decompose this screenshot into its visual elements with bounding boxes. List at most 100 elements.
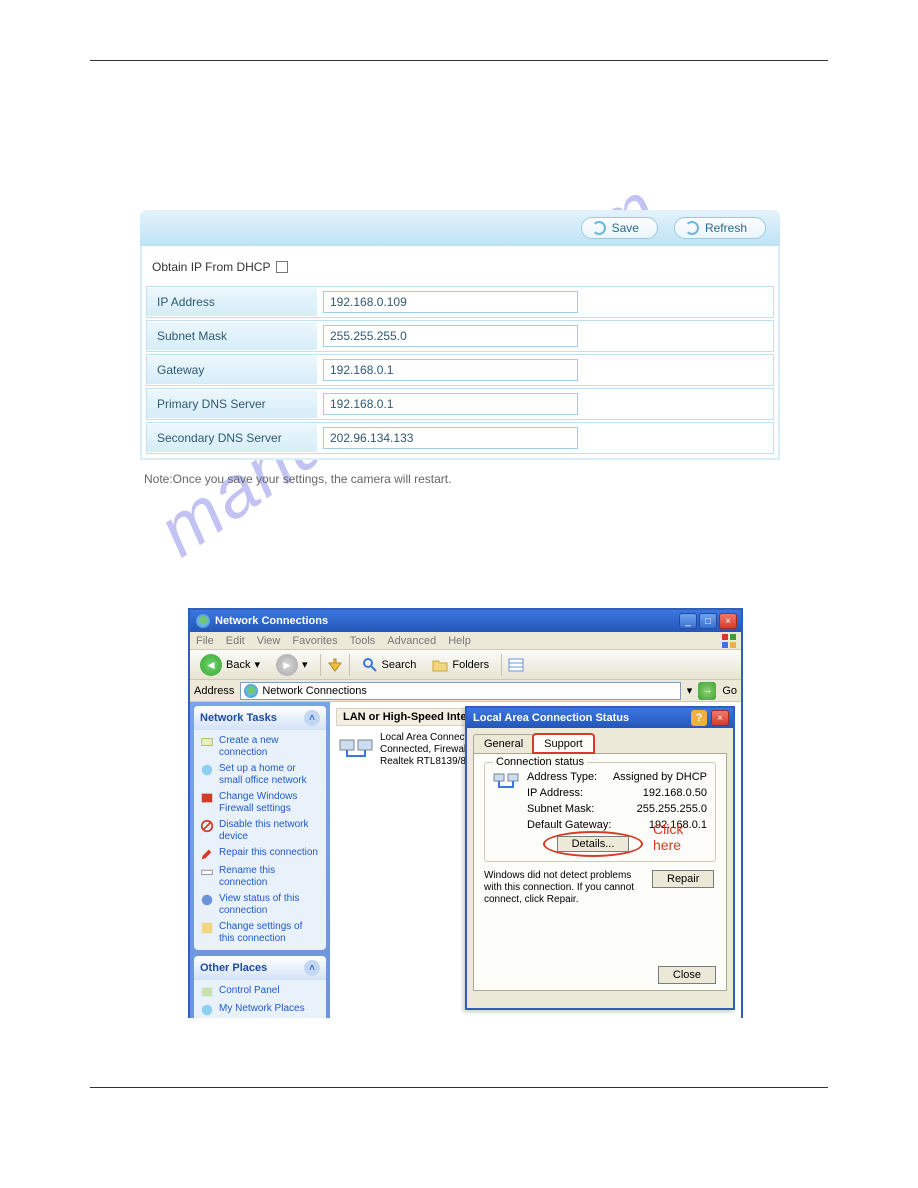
firewall-icon xyxy=(200,791,214,805)
menu-tools[interactable]: Tools xyxy=(350,635,376,647)
task-label: My Network Places xyxy=(219,1003,305,1015)
subnet-input[interactable] xyxy=(323,325,578,347)
menu-advanced[interactable]: Advanced xyxy=(387,635,436,647)
task-create-connection[interactable]: Create a new connection xyxy=(194,733,326,761)
save-button[interactable]: Save xyxy=(581,217,658,239)
sdns-label: Secondary DNS Server xyxy=(147,424,317,452)
page-rule-top xyxy=(90,60,828,61)
other-control-panel[interactable]: Control Panel xyxy=(194,983,326,1001)
task-label: Create a new connection xyxy=(219,735,320,759)
gateway-input[interactable] xyxy=(323,359,578,381)
rename-icon xyxy=(200,865,214,879)
toolbar-separator xyxy=(501,654,502,676)
up-icon[interactable] xyxy=(327,657,343,673)
menu-edit[interactable]: Edit xyxy=(226,635,245,647)
window-titlebar: Network Connections _ □ × xyxy=(190,610,741,632)
other-places-group: Other Places ˄ Control Panel My Network … xyxy=(194,956,326,1018)
sdns-input[interactable] xyxy=(323,427,578,449)
address-input[interactable]: Network Connections xyxy=(240,682,680,700)
other-places-label: Other Places xyxy=(200,962,267,974)
task-label: Rename this connection xyxy=(219,865,320,889)
chevron-down-icon[interactable]: ▾ xyxy=(687,684,693,697)
task-label: Disable this network device xyxy=(219,819,320,843)
network-tasks-label: Network Tasks xyxy=(200,712,277,724)
menu-help[interactable]: Help xyxy=(448,635,471,647)
task-repair[interactable]: Repair this connection xyxy=(194,845,326,863)
window-title: Network Connections xyxy=(215,615,328,627)
dialog-tabs: General Support xyxy=(473,734,727,753)
help-button[interactable]: ? xyxy=(691,710,707,726)
dialog-close-button[interactable]: × xyxy=(711,710,729,726)
task-label: Control Panel xyxy=(219,985,280,997)
forward-icon: ► xyxy=(276,654,298,676)
task-rename[interactable]: Rename this connection xyxy=(194,863,326,891)
connection-icon xyxy=(493,769,519,795)
repair-icon xyxy=(200,847,214,861)
windows-logo-icon xyxy=(721,633,737,649)
collapse-icon: ˄ xyxy=(304,710,320,726)
details-button[interactable]: Details... xyxy=(557,836,630,852)
task-status[interactable]: View status of this connection xyxy=(194,891,326,919)
dhcp-label: Obtain IP From DHCP xyxy=(152,260,270,274)
repair-area: Windows did not detect problems with thi… xyxy=(484,870,716,906)
menu-view[interactable]: View xyxy=(257,635,281,647)
dialog-close-btn[interactable]: Close xyxy=(658,966,716,984)
back-button[interactable]: ◄ Back ▾ xyxy=(194,652,266,678)
ip-value: 192.168.0.50 xyxy=(643,785,707,801)
save-label: Save xyxy=(612,221,639,235)
network-icon xyxy=(244,684,258,698)
task-setup-network[interactable]: Set up a home or small office network xyxy=(194,761,326,789)
addr-type-value: Assigned by DHCP xyxy=(613,769,707,785)
minimize-button[interactable]: _ xyxy=(679,613,697,629)
task-label: View status of this connection xyxy=(219,893,320,917)
dhcp-checkbox[interactable] xyxy=(276,261,288,273)
toolbar: ◄ Back ▾ ► ▾ Search Folders xyxy=(190,650,741,680)
menu-file[interactable]: File xyxy=(196,635,214,647)
lan-connection-icon xyxy=(338,732,374,768)
save-icon xyxy=(592,221,606,235)
back-icon: ◄ xyxy=(200,654,222,676)
refresh-label: Refresh xyxy=(705,221,747,235)
settings-icon xyxy=(200,921,214,935)
pdns-input[interactable] xyxy=(323,393,578,415)
tab-support[interactable]: Support xyxy=(533,734,594,753)
other-network-places[interactable]: My Network Places xyxy=(194,1001,326,1018)
network-tasks-group: Network Tasks ˄ Create a new connection … xyxy=(194,706,326,950)
network-tasks-heading[interactable]: Network Tasks ˄ xyxy=(194,706,326,730)
lan-status-dialog: Local Area Connection Status ? × General… xyxy=(465,706,735,1010)
collapse-icon: ˄ xyxy=(304,960,320,976)
task-label: Set up a home or small office network xyxy=(219,763,320,787)
ip-address-label: IP Address xyxy=(147,288,317,316)
disable-icon xyxy=(200,819,214,833)
views-button[interactable] xyxy=(508,657,524,673)
subnet-label: Subnet Mask xyxy=(147,322,317,350)
search-button[interactable]: Search xyxy=(356,655,423,675)
ip-address-input[interactable] xyxy=(323,291,578,313)
subnet-value: 255.255.255.0 xyxy=(637,801,707,817)
go-label: Go xyxy=(722,685,737,697)
go-button[interactable]: → xyxy=(698,682,716,700)
row-sdns: Secondary DNS Server xyxy=(146,422,774,454)
task-change-settings[interactable]: Change settings of this connection xyxy=(194,919,326,947)
wizard-icon xyxy=(200,735,214,749)
dialog-body: Connection status Address Type:Assigned … xyxy=(473,753,727,991)
folders-button[interactable]: Folders xyxy=(426,655,495,675)
task-disable[interactable]: Disable this network device xyxy=(194,817,326,845)
forward-button[interactable]: ► ▾ xyxy=(270,652,314,678)
toolbar-separator xyxy=(320,654,321,676)
close-button[interactable]: × xyxy=(719,613,737,629)
pdns-label: Primary DNS Server xyxy=(147,390,317,418)
page-rule-bottom xyxy=(90,1087,828,1088)
tab-general[interactable]: General xyxy=(473,734,534,753)
task-label: Repair this connection xyxy=(219,847,318,859)
refresh-button[interactable]: Refresh xyxy=(674,217,766,239)
repair-text: Windows did not detect problems with thi… xyxy=(484,870,644,906)
row-ip-address: IP Address xyxy=(146,286,774,318)
maximize-button[interactable]: □ xyxy=(699,613,717,629)
subnet-label: Subnet Mask: xyxy=(527,801,594,817)
menu-favorites[interactable]: Favorites xyxy=(292,635,337,647)
group-title: Connection status xyxy=(493,756,587,768)
repair-button[interactable]: Repair xyxy=(652,870,714,888)
task-firewall[interactable]: Change Windows Firewall settings xyxy=(194,789,326,817)
other-places-heading[interactable]: Other Places ˄ xyxy=(194,956,326,980)
